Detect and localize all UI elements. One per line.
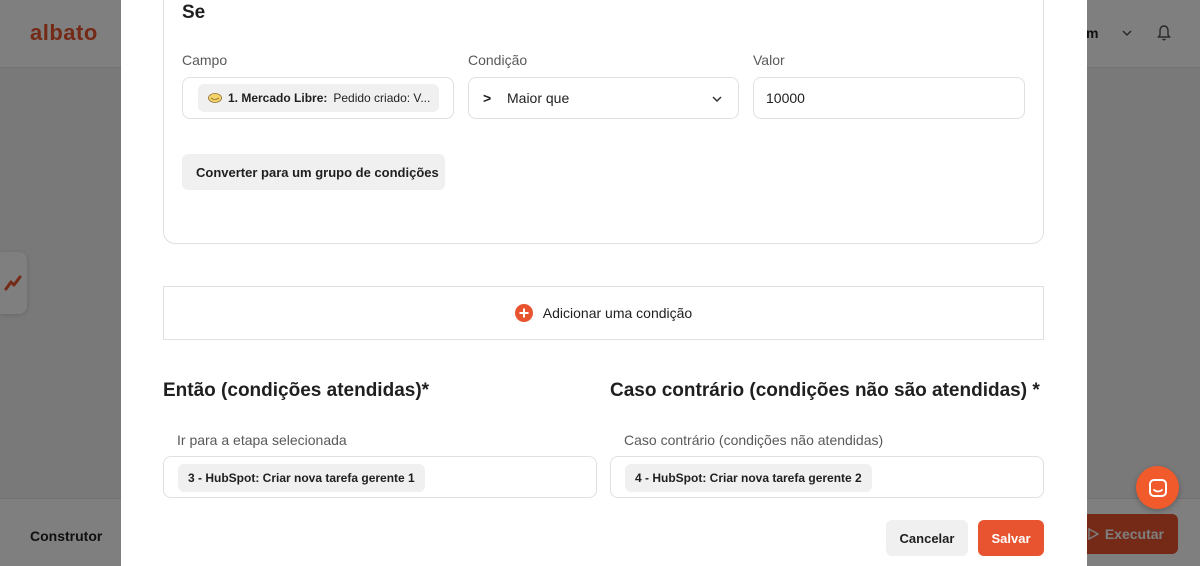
then-title: Então (condições atendidas)* (163, 380, 430, 401)
condition-label: Condição (468, 52, 528, 68)
condition-value: Maior que (507, 90, 570, 106)
if-title: Se (182, 2, 206, 23)
plus-circle-icon (514, 304, 533, 322)
add-condition-button[interactable]: Adicionar uma condição (163, 286, 1044, 340)
else-title: Caso contrário (condições não são atendi… (610, 380, 1040, 401)
convert-to-group-button[interactable]: Converter para um grupo de condições (182, 154, 445, 190)
chat-icon (1148, 478, 1167, 497)
field-select[interactable]: 1. Mercado Libre: Pedido criado: V... (182, 77, 454, 119)
field-label: Campo (182, 52, 228, 68)
condition-operator: > (483, 90, 492, 106)
field-chip[interactable]: 1. Mercado Libre: Pedido criado: V... (198, 84, 439, 112)
then-step-select[interactable]: 3 - HubSpot: Criar nova tarefa gerente 1 (163, 456, 597, 498)
value-input[interactable]: 10000 (753, 77, 1025, 119)
then-sub-label: Ir para a etapa selecionada (177, 432, 347, 448)
field-chip-source: 1. Mercado Libre: (228, 91, 328, 105)
cancel-button[interactable]: Cancelar (886, 520, 968, 556)
condition-select[interactable]: > Maior que (468, 77, 739, 119)
add-condition-label: Adicionar uma condição (542, 305, 693, 321)
else-sub-label: Caso contrário (condições não atendidas) (624, 432, 884, 448)
chat-support-button[interactable] (1136, 466, 1179, 509)
condition-modal: Se Campo 1. Mercado Libre: Pedido criado… (121, 0, 1087, 566)
else-step-select[interactable]: 4 - HubSpot: Criar nova tarefa gerente 2 (610, 456, 1044, 498)
if-condition-card (163, 0, 1044, 244)
then-step-chip[interactable]: 3 - HubSpot: Criar nova tarefa gerente 1 (178, 464, 425, 492)
else-step-chip[interactable]: 4 - HubSpot: Criar nova tarefa gerente 2 (625, 464, 872, 492)
value-label: Valor (753, 52, 785, 68)
value-input-text: 10000 (766, 90, 805, 106)
mercado-libre-icon (208, 93, 222, 103)
field-chip-value: Pedido criado: V... (333, 91, 431, 105)
chevron-down-icon (712, 96, 722, 103)
save-button[interactable]: Salvar (978, 520, 1044, 556)
